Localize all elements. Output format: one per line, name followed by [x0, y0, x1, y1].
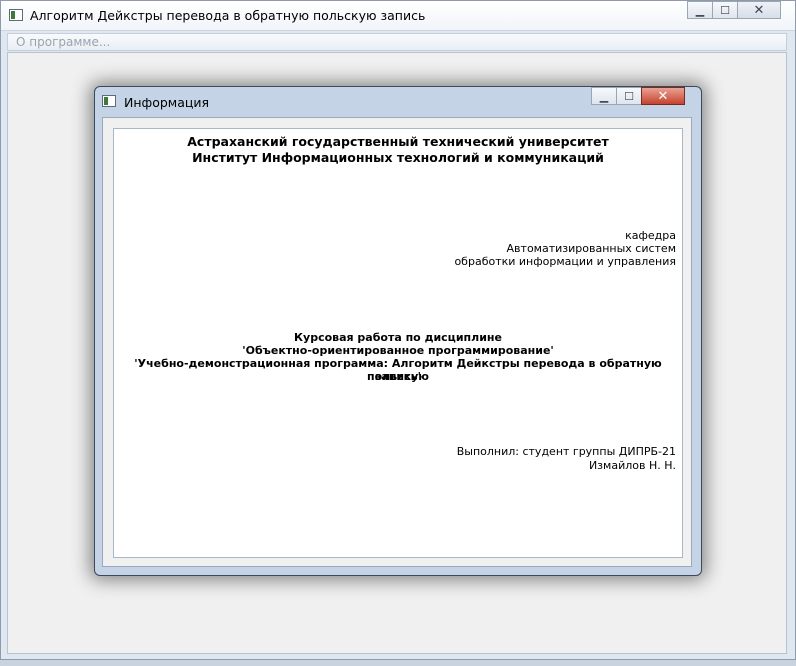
- department-line-3: обработки информации и управления: [454, 255, 676, 268]
- menu-item-about[interactable]: О программе...: [16, 35, 110, 49]
- window-title: Алгоритм Дейкстры перевода в обратную по…: [30, 8, 426, 23]
- institute-line: Институт Информационных технологий и ком…: [192, 150, 604, 165]
- app-icon: [9, 9, 23, 21]
- minimize-button[interactable]: ▁: [687, 1, 713, 19]
- dialog-minimize-button[interactable]: ▁: [591, 87, 617, 105]
- maximize-button[interactable]: ☐: [712, 1, 738, 19]
- dialog-controls: ▁ ☐ ✕: [591, 87, 685, 105]
- department-line-2: Автоматизированных систем: [506, 242, 676, 255]
- author-line-1: Выполнил: студент группы ДИПРБ-21: [456, 445, 676, 458]
- info-dialog: Информация ▁ ☐ ✕ Астраханский государств…: [94, 86, 702, 576]
- author-line-2: Измайлов Н. Н.: [588, 459, 676, 472]
- main-titlebar[interactable]: Алгоритм Дейкстры перевода в обратную по…: [1, 1, 795, 31]
- department-line-1: кафедра: [625, 229, 676, 242]
- course-line-1: Курсовая работа по дисциплине: [294, 331, 502, 344]
- close-button[interactable]: ✕: [737, 1, 781, 19]
- course-line-4: запись': [375, 370, 421, 383]
- dialog-app-icon: [102, 95, 116, 107]
- dialog-title: Информация: [124, 95, 210, 110]
- menubar: О программе...: [7, 33, 787, 51]
- window-controls: ▁ ☐ ✕: [687, 1, 781, 19]
- info-text-area[interactable]: Астраханский государственный технический…: [113, 128, 683, 558]
- course-line-2: 'Объектно-ориентированное программирован…: [242, 344, 554, 357]
- dialog-titlebar[interactable]: Информация ▁ ☐ ✕: [95, 87, 701, 115]
- dialog-close-button[interactable]: ✕: [641, 87, 685, 105]
- dialog-body: Астраханский государственный технический…: [102, 117, 692, 567]
- dialog-maximize-button[interactable]: ☐: [616, 87, 642, 105]
- university-line: Астраханский государственный технический…: [187, 134, 609, 149]
